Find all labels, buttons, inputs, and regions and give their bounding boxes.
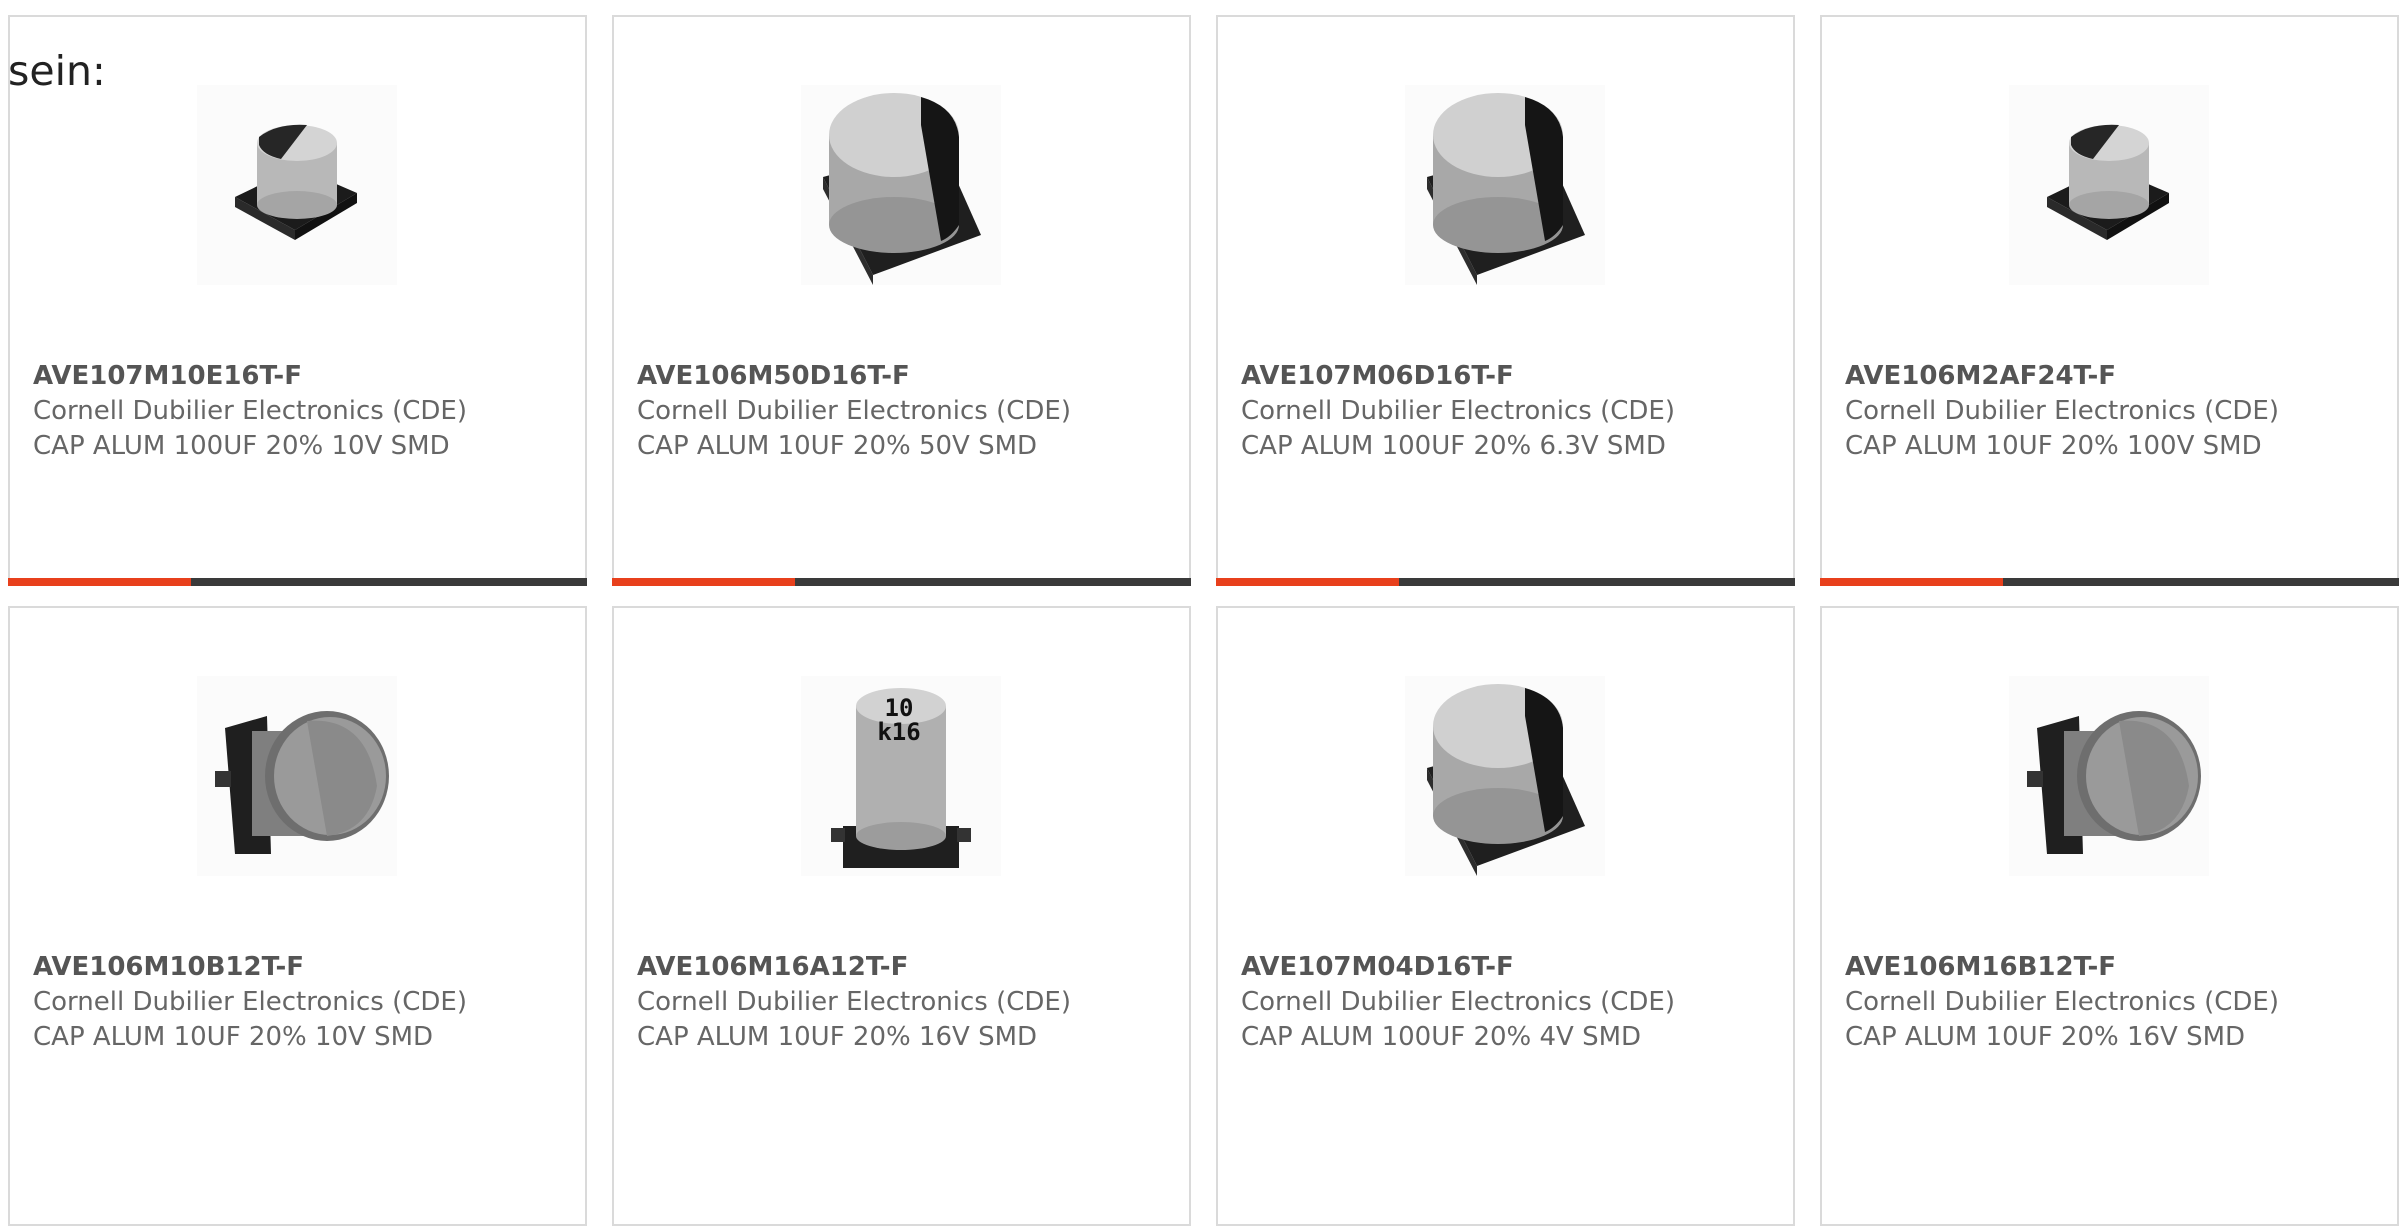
smd-capacitor-side-icon[interactable] <box>197 676 397 876</box>
smd-capacitor-large-icon[interactable] <box>801 85 1001 285</box>
card-bar <box>612 578 1191 586</box>
smd-capacitor-small-icon[interactable] <box>197 85 397 285</box>
card-bar-accent <box>1216 578 1399 586</box>
product-grid: AVE107M10E16T-F Cornell Dubilier Electro… <box>8 15 2399 1226</box>
product-info: AVE107M04D16T-F Cornell Dubilier Electro… <box>1241 950 1675 1055</box>
manufacturer: Cornell Dubilier Electronics (CDE) <box>637 987 1071 1017</box>
smd-capacitor-large-icon[interactable] <box>1405 676 1605 876</box>
description: CAP ALUM 10UF 20% 100V SMD <box>1845 431 2262 461</box>
part-number[interactable]: AVE106M50D16T-F <box>637 359 1071 394</box>
description: CAP ALUM 100UF 20% 10V SMD <box>33 431 450 461</box>
smd-capacitor-large-icon[interactable] <box>1405 85 1605 285</box>
capacitor-marking-line2: k16 <box>877 718 920 746</box>
card-bar-accent <box>612 578 795 586</box>
manufacturer: Cornell Dubilier Electronics (CDE) <box>1845 396 2279 426</box>
description: CAP ALUM 10UF 20% 50V SMD <box>637 431 1038 461</box>
part-number[interactable]: AVE106M10B12T-F <box>33 950 467 985</box>
manufacturer: Cornell Dubilier Electronics (CDE) <box>1241 987 1675 1017</box>
card-bar <box>1216 578 1795 586</box>
card-bar <box>8 578 587 586</box>
intro-text: sein: <box>8 47 106 95</box>
part-number[interactable]: AVE107M10E16T-F <box>33 359 467 394</box>
smd-capacitor-small-icon[interactable] <box>2009 85 2209 285</box>
product-card[interactable]: AVE106M2AF24T-F Cornell Dubilier Electro… <box>1820 15 2399 586</box>
smd-capacitor-marked-icon[interactable]: 10 k16 <box>801 676 1001 876</box>
part-number[interactable]: AVE107M04D16T-F <box>1241 950 1675 985</box>
smd-capacitor-side-icon[interactable] <box>2009 676 2209 876</box>
manufacturer: Cornell Dubilier Electronics (CDE) <box>33 987 467 1017</box>
product-card[interactable]: AVE107M04D16T-F Cornell Dubilier Electro… <box>1216 606 1795 1226</box>
part-number[interactable]: AVE106M2AF24T-F <box>1845 359 2279 394</box>
product-info: AVE107M06D16T-F Cornell Dubilier Electro… <box>1241 359 1675 464</box>
product-card[interactable]: AVE106M50D16T-F Cornell Dubilier Electro… <box>612 15 1191 586</box>
product-card[interactable]: AVE107M10E16T-F Cornell Dubilier Electro… <box>8 15 587 586</box>
product-info: AVE106M10B12T-F Cornell Dubilier Electro… <box>33 950 467 1055</box>
manufacturer: Cornell Dubilier Electronics (CDE) <box>33 396 467 426</box>
description: CAP ALUM 10UF 20% 10V SMD <box>33 1022 434 1052</box>
card-bar-accent <box>1820 578 2003 586</box>
description: CAP ALUM 100UF 20% 6.3V SMD <box>1241 431 1666 461</box>
card-bar <box>1820 578 2399 586</box>
description: CAP ALUM 10UF 20% 16V SMD <box>1845 1022 2246 1052</box>
manufacturer: Cornell Dubilier Electronics (CDE) <box>637 396 1071 426</box>
product-info: AVE106M2AF24T-F Cornell Dubilier Electro… <box>1845 359 2279 464</box>
card-bar-accent <box>8 578 191 586</box>
manufacturer: Cornell Dubilier Electronics (CDE) <box>1845 987 2279 1017</box>
product-card[interactable]: AVE106M16B12T-F Cornell Dubilier Electro… <box>1820 606 2399 1226</box>
part-number[interactable]: AVE106M16A12T-F <box>637 950 1071 985</box>
product-info: AVE106M16A12T-F Cornell Dubilier Electro… <box>637 950 1071 1055</box>
part-number[interactable]: AVE106M16B12T-F <box>1845 950 2279 985</box>
description: CAP ALUM 10UF 20% 16V SMD <box>637 1022 1038 1052</box>
manufacturer: Cornell Dubilier Electronics (CDE) <box>1241 396 1675 426</box>
product-card[interactable]: AVE106M10B12T-F Cornell Dubilier Electro… <box>8 606 587 1226</box>
product-info: AVE107M10E16T-F Cornell Dubilier Electro… <box>33 359 467 464</box>
product-info: AVE106M16B12T-F Cornell Dubilier Electro… <box>1845 950 2279 1055</box>
product-info: AVE106M50D16T-F Cornell Dubilier Electro… <box>637 359 1071 464</box>
part-number[interactable]: AVE107M06D16T-F <box>1241 359 1675 394</box>
product-card[interactable]: 10 k16 AVE106M16A12T-F Cornell Dubilier … <box>612 606 1191 1226</box>
product-card[interactable]: AVE107M06D16T-F Cornell Dubilier Electro… <box>1216 15 1795 586</box>
description: CAP ALUM 100UF 20% 4V SMD <box>1241 1022 1642 1052</box>
